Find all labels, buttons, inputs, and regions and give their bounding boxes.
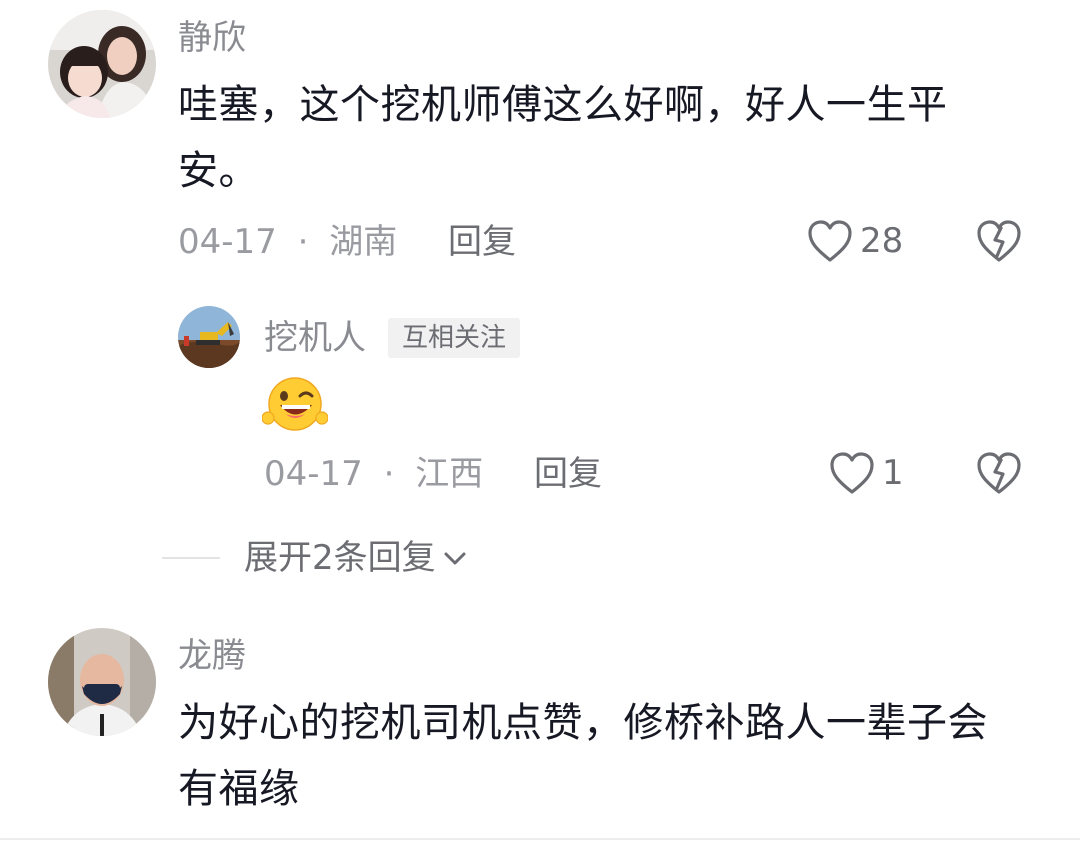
- reply-location: 江西: [415, 454, 484, 494]
- reply-button[interactable]: 回复: [448, 222, 516, 262]
- like-count: 28: [860, 221, 904, 261]
- avatar-longteng[interactable]: [48, 628, 156, 736]
- comment-date: 04-17: [178, 222, 277, 262]
- expand-replies-label: 展开2条回复: [244, 538, 436, 578]
- like-button[interactable]: 28: [806, 218, 903, 264]
- broken-heart-icon: [977, 452, 1021, 494]
- reply-date: 04-17: [264, 454, 363, 494]
- mutual-follow-badge: 互相关注: [388, 318, 521, 358]
- heart-icon: [808, 220, 852, 262]
- comment-content: 为好心的挖机司机点赞，修桥补路人一辈子会有福缘: [178, 700, 988, 812]
- meta-separator: ·: [383, 454, 395, 494]
- expand-divider: [162, 557, 220, 559]
- meta-separator: ·: [297, 222, 309, 262]
- like-button[interactable]: 1: [828, 450, 904, 496]
- chevron-down-icon: [444, 552, 466, 565]
- broken-heart-icon: [977, 220, 1021, 262]
- heart-icon: [830, 452, 874, 494]
- excavator-photo-icon: [178, 306, 240, 368]
- man-with-mask-photo-icon: [48, 628, 156, 736]
- comment-meta: 04-17 · 湖南: [178, 222, 397, 262]
- avatar-wajiren[interactable]: [178, 306, 240, 368]
- comment-content: 哇塞，这个挖机师傅这么好啊，好人一生平安。: [178, 82, 948, 194]
- comment-username[interactable]: 龙腾: [178, 636, 246, 676]
- reply-username[interactable]: 挖机人: [264, 318, 366, 358]
- mother-daughter-photo-icon: [48, 10, 156, 118]
- bottom-divider: [0, 838, 1080, 840]
- comment-location: 湖南: [329, 222, 398, 262]
- comment-username[interactable]: 静欣: [178, 18, 246, 58]
- grinning-wink-emoji-icon: [261, 374, 329, 434]
- reply-meta: 04-17 · 江西: [264, 454, 483, 494]
- dislike-button[interactable]: [974, 218, 1024, 268]
- expand-replies-button[interactable]: 展开2条回复: [244, 538, 470, 578]
- dislike-button[interactable]: [974, 450, 1024, 500]
- like-count: 1: [882, 453, 904, 493]
- avatar-jingxin[interactable]: [48, 10, 156, 118]
- reply-button[interactable]: 回复: [534, 454, 602, 494]
